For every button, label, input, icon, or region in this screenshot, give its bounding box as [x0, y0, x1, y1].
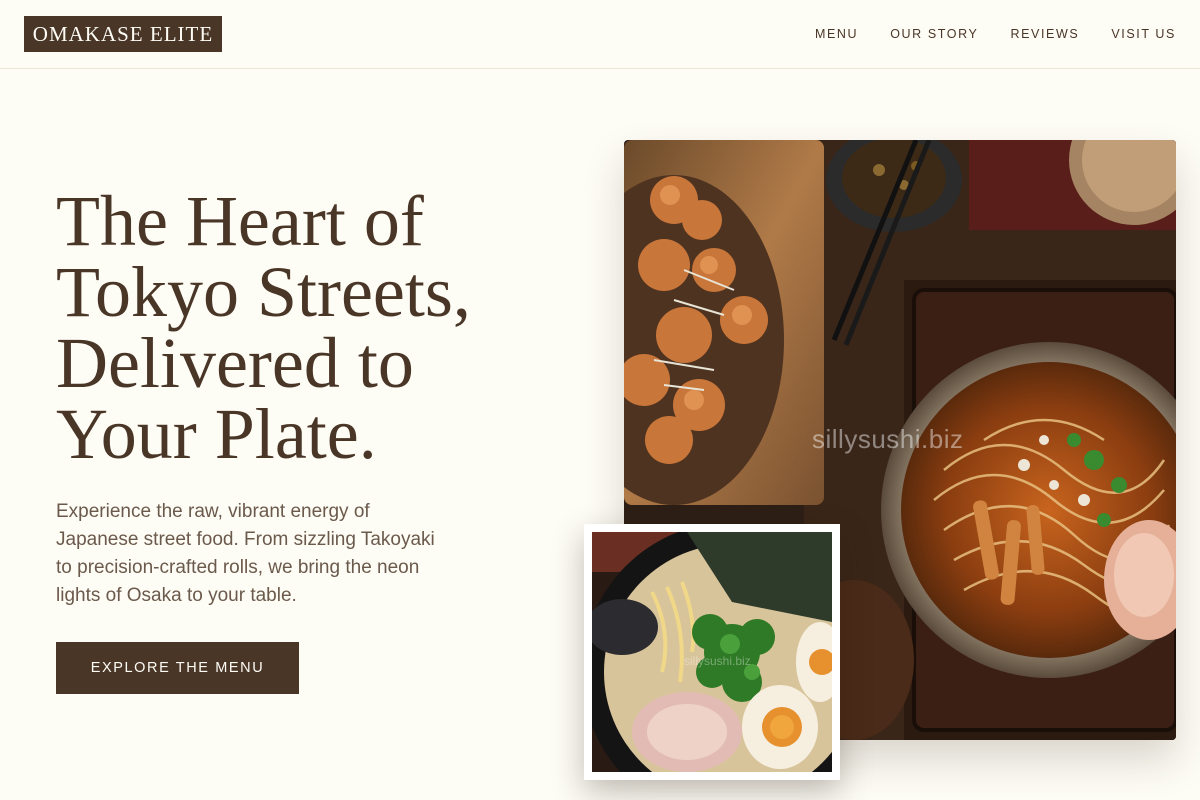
hero-description: Experience the raw, vibrant energy of Ja… — [56, 498, 506, 610]
hero-title-line: Your Plate. — [56, 394, 377, 474]
nav-link-our-story[interactable]: OUR STORY — [890, 26, 978, 42]
hero-title-line: Delivered to — [56, 323, 414, 403]
nav-link-reviews[interactable]: REVIEWS — [1010, 26, 1079, 42]
brand-logo[interactable]: OMAKASE ELITE — [24, 16, 222, 52]
hero-title-line: The Heart of — [56, 181, 424, 261]
nav-link-visit-us[interactable]: VISIT US — [1111, 26, 1176, 42]
nav-link-menu[interactable]: MENU — [815, 26, 858, 42]
main-nav: MENU OUR STORY REVIEWS VISIT US — [815, 26, 1176, 42]
inset-ramen-photo-art — [592, 532, 832, 772]
hero-title: The Heart of Tokyo Streets, Delivered to… — [56, 181, 576, 474]
inset-watermark: sillysushi.biz — [684, 654, 751, 668]
image-watermark: sillysushi.biz — [812, 424, 964, 454]
inset-ramen-photo: sillysushi.biz — [592, 532, 832, 772]
inset-photo-frame: sillysushi.biz — [584, 524, 840, 780]
top-navbar: OMAKASE ELITE MENU OUR STORY REVIEWS VIS… — [0, 0, 1200, 69]
hero-description-line: lights of Osaka to your table. — [56, 585, 297, 606]
hero-description-line: Japanese street food. From sizzling Tako… — [56, 529, 435, 550]
hero-description-line: to precision-crafted rolls, we bring the… — [56, 557, 420, 578]
hero-title-line: Tokyo Streets, — [56, 252, 471, 332]
explore-menu-button[interactable]: EXPLORE THE MENU — [56, 642, 299, 694]
hero-description-line: Experience the raw, vibrant energy of — [56, 501, 370, 522]
